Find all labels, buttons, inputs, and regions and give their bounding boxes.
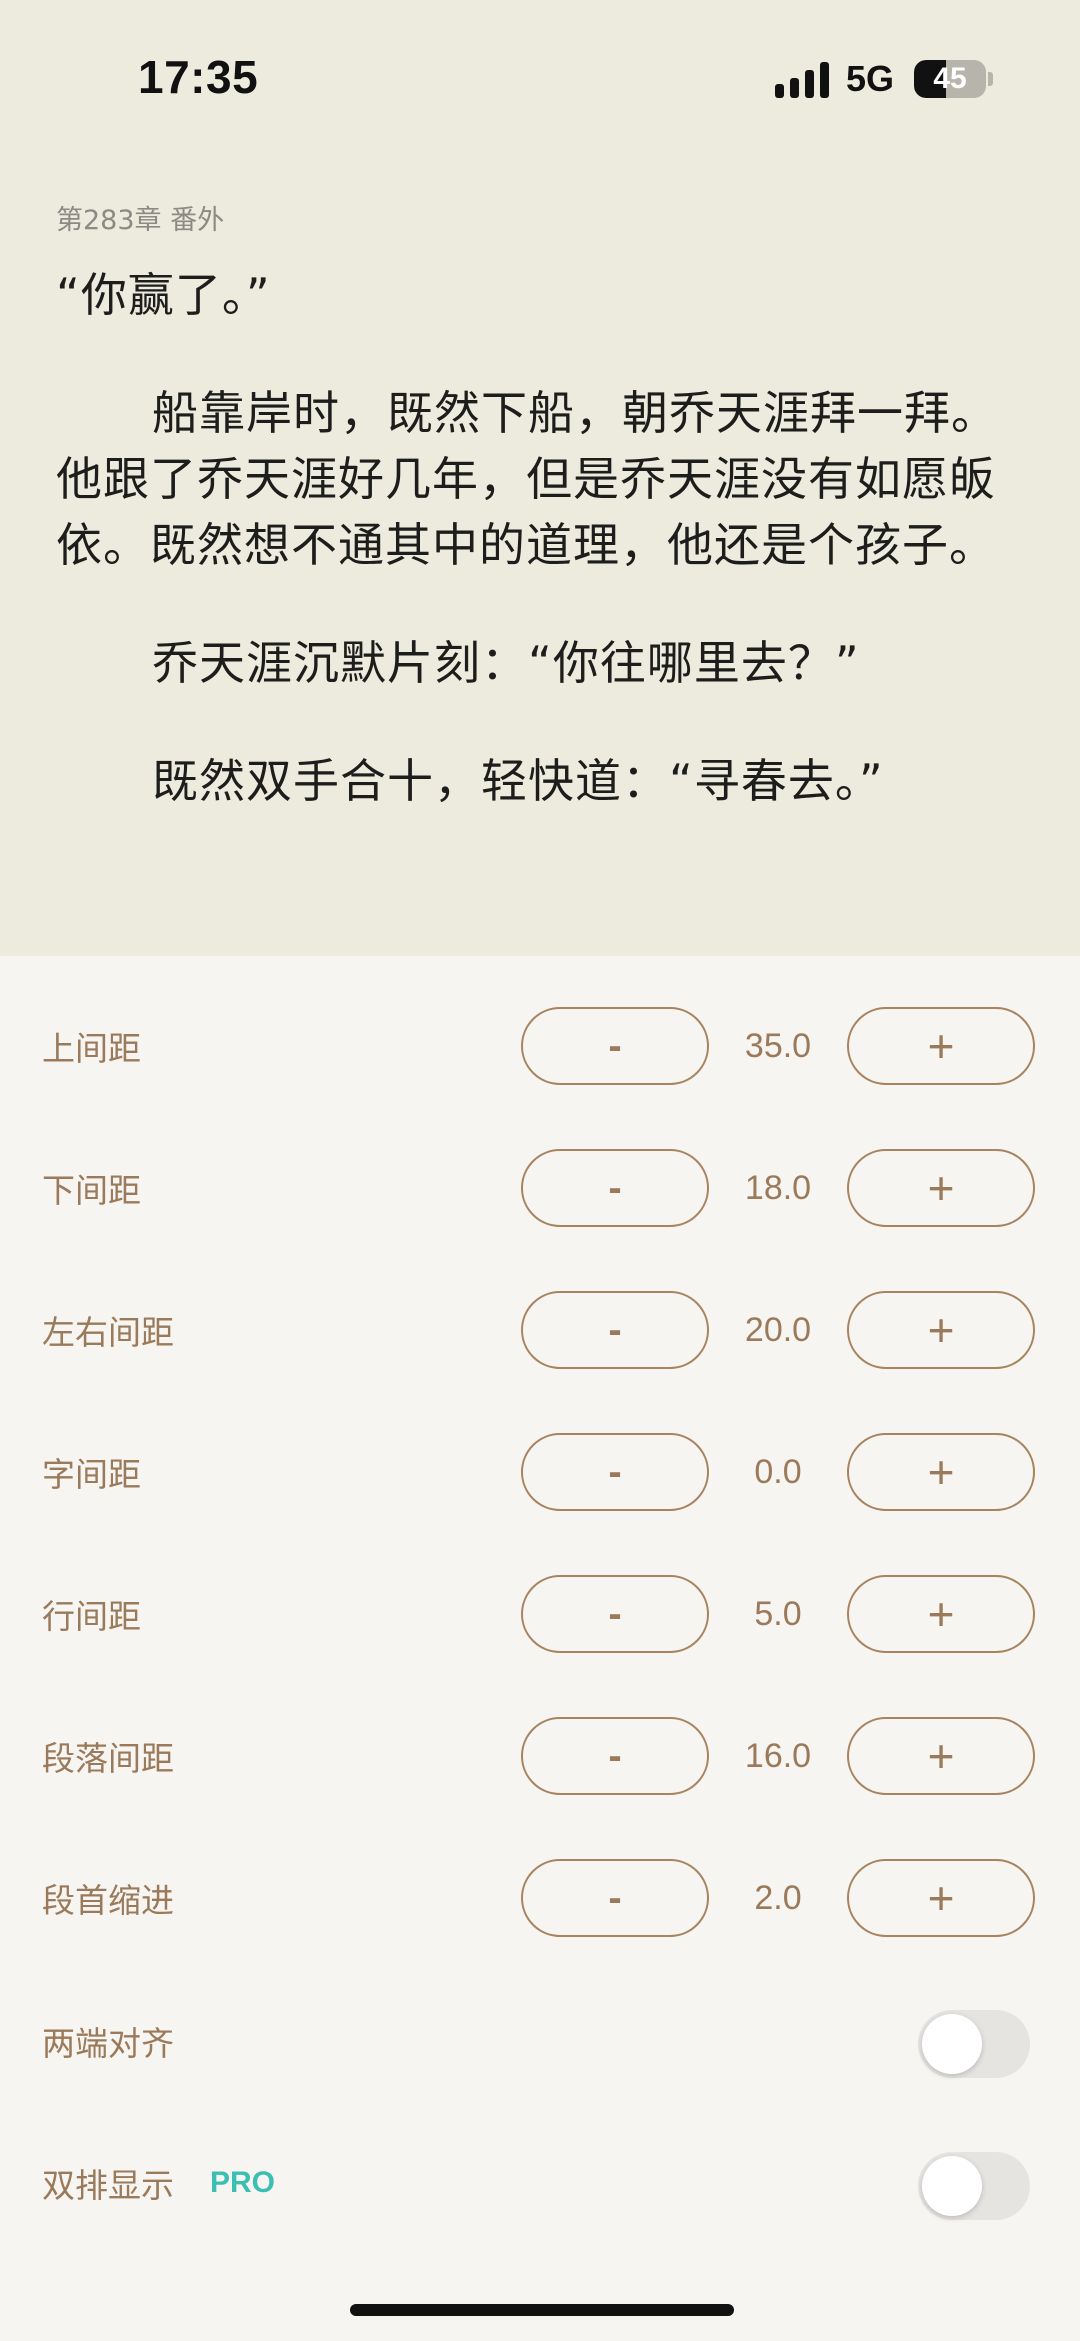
paragraph: 既然双手合十，轻快道：“寻春去。” [152,754,884,808]
decrease-button[interactable]: - [521,1859,709,1937]
reader-view[interactable]: 17:35 5G 45 第283章 番外 “你赢了。” 船靠岸时，既然下船，朝乔… [0,0,1080,956]
battery-tip [988,72,993,86]
setting-row-line-spacing: 行间距 - 5.0 + [0,1575,1080,1659]
setting-label: 行间距 [42,1597,141,1636]
setting-row-side-margin: 左右间距 - 20.0 + [0,1291,1080,1375]
increase-button[interactable]: + [847,1717,1035,1795]
justify-toggle[interactable] [918,2010,1030,2078]
layout-settings-panel: 上间距 - 35.0 + 下间距 - 18.0 + 左右间距 - 20.0 + … [0,956,1080,2341]
setting-row-dual-page: 双排显示 PRO [0,2148,1080,2232]
paragraph: 乔天涯沉默片刻：“你往哪里去？” [152,636,860,690]
setting-row-first-line-indent: 段首缩进 - 2.0 + [0,1859,1080,1943]
toggle-knob [922,2156,982,2216]
decrease-button[interactable]: - [521,1149,709,1227]
network-type: 5G [846,58,895,99]
setting-row-paragraph-spacing: 段落间距 - 16.0 + [0,1717,1080,1801]
decrease-button[interactable]: - [521,1007,709,1085]
decrease-button[interactable]: - [521,1291,709,1369]
setting-label: 段首缩进 [42,1881,174,1920]
decrease-button[interactable]: - [521,1433,709,1511]
setting-label: 上间距 [42,1029,141,1068]
setting-row-bottom-margin: 下间距 - 18.0 + [0,1149,1080,1233]
dual-page-toggle[interactable] [918,2152,1030,2220]
chapter-title: 第283章 番外 [56,205,225,236]
setting-label: 两端对齐 [42,2024,174,2063]
setting-label: 字间距 [42,1455,141,1494]
home-indicator[interactable] [350,2304,734,2316]
increase-button[interactable]: + [847,1291,1035,1369]
setting-label: 双排显示 [42,2166,174,2205]
increase-button[interactable]: + [847,1149,1035,1227]
toggle-knob [922,2014,982,2074]
setting-value: 35.0 [744,1027,812,1065]
status-bar: 17:35 5G 45 [0,0,1080,150]
chapter-body: “你赢了。” 船靠岸时，既然下船，朝乔天涯拜一拜。他跟了乔天涯好几年，但是乔天涯… [56,262,1024,866]
decrease-button[interactable]: - [521,1717,709,1795]
increase-button[interactable]: + [847,1575,1035,1653]
paragraph: “你赢了。” [56,268,271,322]
setting-value: 20.0 [744,1311,812,1349]
setting-value: 5.0 [754,1595,802,1633]
decrease-button[interactable]: - [521,1575,709,1653]
increase-button[interactable]: + [847,1433,1035,1511]
pro-badge: PRO [210,2166,276,2199]
paragraph: 船靠岸时，既然下船，朝乔天涯拜一拜。他跟了乔天涯好几年，但是乔天涯没有如愿皈依。… [56,386,998,572]
status-time: 17:35 [138,51,259,103]
setting-row-letter-spacing: 字间距 - 0.0 + [0,1433,1080,1517]
setting-value: 0.0 [754,1453,802,1491]
increase-button[interactable]: + [847,1859,1035,1937]
setting-row-justify: 两端对齐 [0,2006,1080,2090]
setting-value: 18.0 [744,1169,812,1207]
setting-label: 段落间距 [42,1739,174,1778]
setting-value: 16.0 [744,1737,812,1775]
battery-percent: 45 [933,62,967,95]
setting-value: 2.0 [754,1879,802,1917]
setting-row-top-margin: 上间距 - 35.0 + [0,1007,1080,1091]
increase-button[interactable]: + [847,1007,1035,1085]
battery-icon: 45 [914,60,986,98]
setting-label: 下间距 [42,1171,141,1210]
setting-label: 左右间距 [42,1313,174,1352]
cellular-signal-icon [775,62,829,98]
